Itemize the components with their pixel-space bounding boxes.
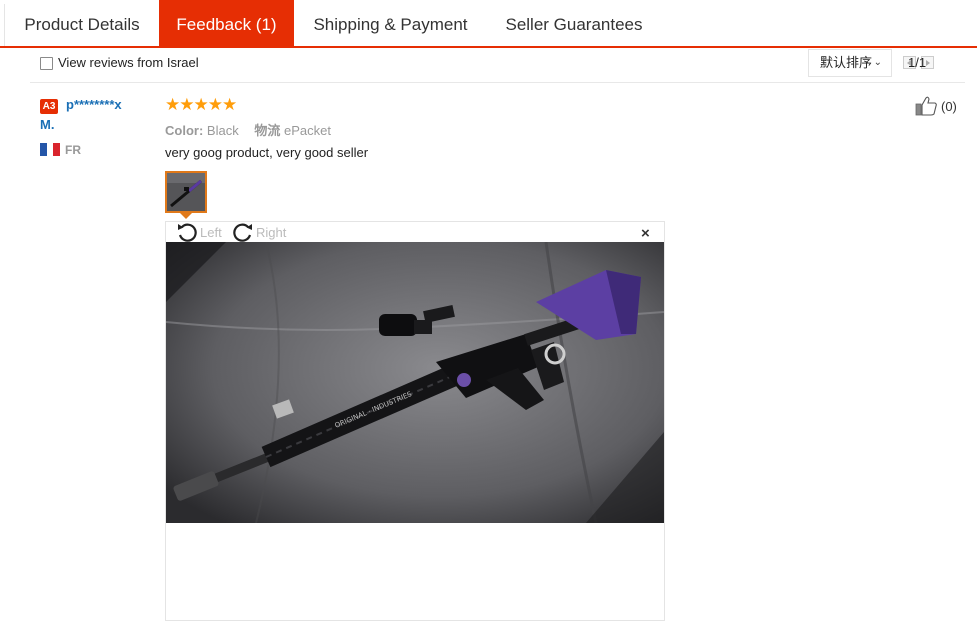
feedback-filter-bar: View reviews from Israel 默认排序 ⌄ 1/1	[30, 48, 965, 83]
arrow-right-icon	[926, 60, 930, 66]
thumbs-up-icon	[915, 96, 937, 116]
review-photo: ORIGINAL · INDUSTRIES	[166, 242, 664, 523]
tab-seller-guarantees[interactable]: Seller Guarantees	[487, 0, 661, 46]
rotate-right-icon	[233, 223, 252, 242]
tab-bar: Product Details Feedback (1) Shipping & …	[0, 0, 977, 48]
reviewer-name[interactable]: p********x	[66, 97, 122, 112]
sort-dropdown-label: 默认排序	[820, 55, 873, 70]
color-key: Color:	[165, 123, 204, 138]
rifle-thumbnail-image	[167, 173, 205, 211]
tab-shipping-payment[interactable]: Shipping & Payment	[294, 0, 487, 46]
tab-product-details[interactable]: Product Details	[5, 0, 159, 46]
order-attributes: Color: Black 物流 ePacket	[165, 120, 331, 139]
view-israel-reviews-checkbox[interactable]	[40, 57, 53, 70]
rifle-photo-image: ORIGINAL · INDUSTRIES	[166, 242, 664, 523]
reviewer-name-initial[interactable]: M.	[40, 117, 54, 132]
flag-stripe-white	[46, 143, 54, 156]
country-flag-icon	[40, 143, 61, 156]
rotate-left-icon	[178, 223, 197, 242]
review-photo-thumbnail[interactable]	[165, 171, 207, 213]
flag-stripe-blue	[40, 143, 47, 156]
rotate-right-button[interactable]: Right	[232, 222, 286, 242]
photo-viewer: Left Right × ORIGINAL · INDUSTRIES	[165, 221, 665, 621]
helpful-count: (0)	[941, 98, 957, 114]
color-value: Black	[206, 123, 239, 138]
sort-dropdown[interactable]: 默认排序 ⌄	[808, 49, 892, 77]
helpful-button[interactable]: (0)	[915, 96, 957, 116]
rotate-left-label: Left	[200, 224, 222, 240]
shipping-key: 物流	[254, 123, 281, 138]
reviewer-country: FR	[65, 143, 81, 157]
flag-stripe-red	[53, 143, 61, 156]
review-text: very goog product, very good seller	[165, 145, 369, 160]
thumbnail-pointer	[180, 213, 192, 219]
buyer-level-badge: A3	[40, 99, 58, 114]
view-israel-reviews-label[interactable]: View reviews from Israel	[58, 55, 199, 70]
page-count: 1/1	[908, 55, 927, 70]
rotate-right-label: Right	[256, 224, 287, 240]
rotate-left-button[interactable]: Left	[176, 222, 222, 242]
chevron-down-icon: ⌄	[873, 57, 882, 68]
close-icon[interactable]: ×	[641, 225, 650, 242]
tab-feedback[interactable]: Feedback (1)	[159, 0, 294, 46]
rating-stars: ★★★★★	[165, 95, 237, 114]
shipping-value: ePacket	[283, 123, 331, 138]
